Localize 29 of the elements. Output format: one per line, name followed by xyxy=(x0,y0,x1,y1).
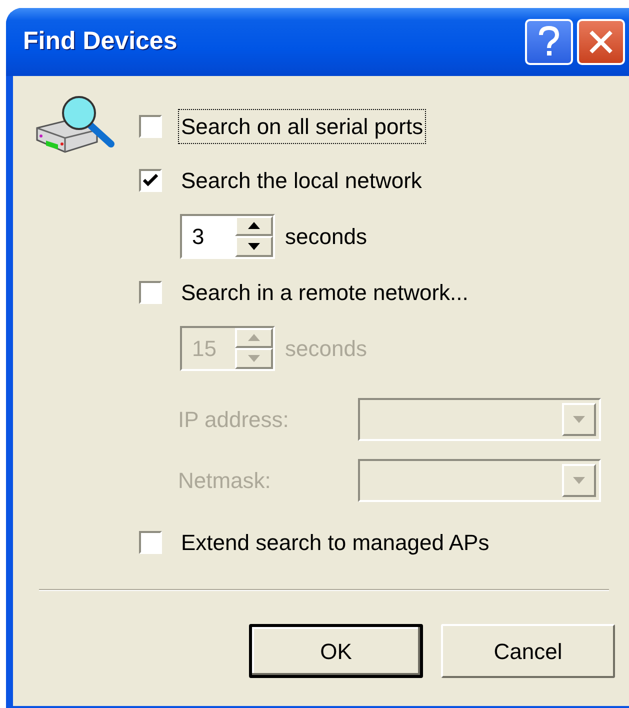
ok-button[interactable]: OK xyxy=(249,624,423,678)
down-arrow-icon xyxy=(573,416,585,423)
check-icon xyxy=(143,174,158,186)
window-title: Find Devices xyxy=(23,26,178,58)
cancel-button[interactable]: Cancel xyxy=(441,624,615,678)
unit-label: seconds xyxy=(285,222,367,250)
field-label: Netmask: xyxy=(178,467,272,495)
checkbox-label[interactable]: Search on all serial ports xyxy=(178,108,426,144)
checkbox-label[interactable]: Extend search to managed APs xyxy=(178,524,492,560)
checkbox-label[interactable]: Search in a remote network... xyxy=(178,274,472,310)
close-icon xyxy=(588,29,614,55)
checkbox-label[interactable]: Search the local network xyxy=(178,162,425,198)
up-arrow-icon xyxy=(248,222,260,230)
checkbox[interactable] xyxy=(139,280,162,304)
checkbox[interactable] xyxy=(139,530,162,554)
spin-down-button[interactable] xyxy=(235,236,273,256)
spin-up-button[interactable] xyxy=(235,216,273,236)
field-label: IP address: xyxy=(178,406,290,434)
number-spinner[interactable]: 3 xyxy=(180,214,275,258)
down-arrow-icon xyxy=(248,354,260,362)
down-arrow-icon xyxy=(573,477,585,484)
help-button[interactable] xyxy=(525,19,573,65)
checkbox[interactable] xyxy=(139,114,162,138)
up-arrow-icon xyxy=(248,334,260,342)
checkbox[interactable] xyxy=(139,168,162,192)
help-icon xyxy=(537,26,561,58)
down-arrow-icon xyxy=(248,242,260,250)
close-button[interactable] xyxy=(577,19,625,65)
unit-label: seconds xyxy=(285,334,367,362)
